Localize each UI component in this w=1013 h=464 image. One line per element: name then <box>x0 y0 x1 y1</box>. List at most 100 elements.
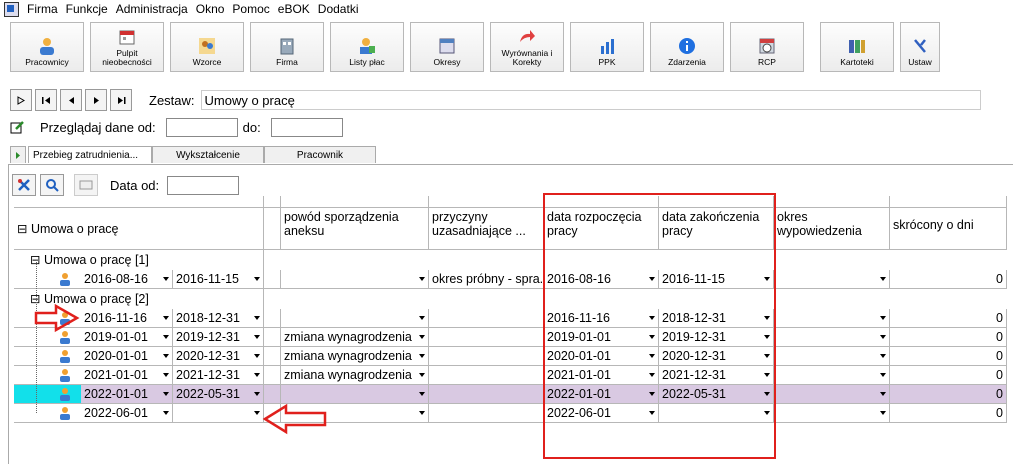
valid-from-cell[interactable]: 2022-01-01 <box>81 385 173 404</box>
notice-period-cell[interactable] <box>774 328 890 347</box>
dropdown-arrow-icon[interactable] <box>880 373 886 377</box>
search-button[interactable] <box>40 174 64 196</box>
dropdown-arrow-icon[interactable] <box>880 392 886 396</box>
notice-period-cell[interactable] <box>774 270 890 289</box>
dropdown-arrow-icon[interactable] <box>254 411 260 415</box>
wyrownania-button[interactable]: Wyrównania i Korekty <box>490 22 564 72</box>
dropdown-arrow-icon[interactable] <box>419 354 425 358</box>
row-icon-cell[interactable] <box>14 347 81 366</box>
column-header[interactable]: przyczyny uzasadniające ... <box>429 208 544 250</box>
dropdown-arrow-icon[interactable] <box>163 354 169 358</box>
details-button[interactable] <box>10 89 32 111</box>
cause-cell[interactable]: okres próbny - spra... <box>429 270 544 289</box>
group-title[interactable]: ⊟ Umowa o pracę [1] <box>30 252 149 267</box>
menu-ebok[interactable]: eBOK <box>274 2 314 16</box>
date-to-input[interactable] <box>270 117 343 137</box>
wzorce-button[interactable]: Wzorce <box>170 22 244 72</box>
menu-funkcje[interactable]: Funkcje <box>62 2 112 16</box>
dropdown-arrow-icon[interactable] <box>419 373 425 377</box>
valid-to-cell[interactable]: 2016-11-15 <box>173 270 264 289</box>
dropdown-arrow-icon[interactable] <box>163 316 169 320</box>
shortened-days-cell[interactable]: 0 <box>890 309 1007 328</box>
column-header[interactable]: powód sporządzenia aneksu <box>281 208 429 250</box>
dropdown-arrow-icon[interactable] <box>880 316 886 320</box>
menu-okno[interactable]: Okno <box>192 2 229 16</box>
reason-cell[interactable] <box>281 270 429 289</box>
reason-cell[interactable]: zmiana wynagrodzenia <box>281 366 429 385</box>
cause-cell[interactable] <box>429 347 544 366</box>
dropdown-arrow-icon[interactable] <box>254 392 260 396</box>
group-row[interactable]: ⊟ Umowa o pracę [1] <box>14 250 264 270</box>
valid-from-cell[interactable]: 2016-08-16 <box>81 270 173 289</box>
valid-from-cell[interactable]: 2016-11-16 <box>81 309 173 328</box>
row-icon-cell[interactable] <box>14 385 81 404</box>
ppk-button[interactable]: PPK <box>570 22 644 72</box>
valid-to-cell[interactable] <box>173 404 264 423</box>
notice-period-cell[interactable] <box>774 309 890 328</box>
notice-period-cell[interactable] <box>774 385 890 404</box>
shortened-days-cell[interactable]: 0 <box>890 347 1007 366</box>
zestaw-field[interactable]: Umowy o pracę <box>200 90 981 110</box>
dropdown-arrow-icon[interactable] <box>163 373 169 377</box>
prev-record-button[interactable] <box>60 89 82 111</box>
valid-from-cell[interactable]: 2021-01-01 <box>81 366 173 385</box>
dropdown-arrow-icon[interactable] <box>254 335 260 339</box>
dropdown-arrow-icon[interactable] <box>419 392 425 396</box>
menu-dodatki[interactable]: Dodatki <box>314 2 363 16</box>
valid-from-cell[interactable]: 2022-06-01 <box>81 404 173 423</box>
last-record-button[interactable] <box>110 89 132 111</box>
tab-pracownik[interactable]: Pracownik <box>264 146 376 163</box>
valid-from-cell[interactable]: 2020-01-01 <box>81 347 173 366</box>
cause-cell[interactable] <box>429 309 544 328</box>
ustawienia-button[interactable]: Ustaw <box>900 22 940 72</box>
valid-from-cell[interactable]: 2019-01-01 <box>81 328 173 347</box>
shortened-days-cell[interactable]: 0 <box>890 404 1007 423</box>
dropdown-arrow-icon[interactable] <box>254 354 260 358</box>
column-header[interactable]: skrócony o dni <box>890 208 1007 250</box>
dropdown-arrow-icon[interactable] <box>254 373 260 377</box>
menu-pomoc[interactable]: Pomoc <box>228 2 273 16</box>
notice-period-cell[interactable] <box>774 347 890 366</box>
dropdown-arrow-icon[interactable] <box>163 392 169 396</box>
cause-cell[interactable] <box>429 366 544 385</box>
row-icon-cell[interactable] <box>14 270 81 289</box>
notice-period-cell[interactable] <box>774 366 890 385</box>
date-from-input[interactable] <box>165 117 238 137</box>
shortened-days-cell[interactable]: 0 <box>890 366 1007 385</box>
shortened-days-cell[interactable]: 0 <box>890 270 1007 289</box>
shortened-days-cell[interactable]: 0 <box>890 328 1007 347</box>
tools-button[interactable] <box>12 174 36 196</box>
zdarzenia-button[interactable]: Zdarzenia <box>650 22 724 72</box>
tab-przebieg[interactable]: Przebieg zatrudnienia... <box>28 146 152 163</box>
kartoteki-button[interactable]: Kartoteki <box>820 22 894 72</box>
reason-cell[interactable] <box>281 309 429 328</box>
cause-cell[interactable] <box>429 385 544 404</box>
dropdown-arrow-icon[interactable] <box>419 335 425 339</box>
dropdown-arrow-icon[interactable] <box>419 411 425 415</box>
shortened-days-cell[interactable]: 0 <box>890 385 1007 404</box>
cause-cell[interactable] <box>429 404 544 423</box>
valid-to-cell[interactable]: 2020-12-31 <box>173 347 264 366</box>
dropdown-arrow-icon[interactable] <box>880 277 886 281</box>
dropdown-arrow-icon[interactable] <box>254 277 260 281</box>
data-od-input[interactable] <box>167 175 240 195</box>
reason-cell[interactable]: zmiana wynagrodzenia <box>281 347 429 366</box>
notice-period-cell[interactable] <box>774 404 890 423</box>
rcp-button[interactable]: RCP <box>730 22 804 72</box>
okresy-button[interactable]: Okresy <box>410 22 484 72</box>
pracownicy-button[interactable]: Pracownicy <box>10 22 84 72</box>
tab-wyksztalcenie[interactable]: Wykształcenie <box>152 146 264 163</box>
dropdown-arrow-icon[interactable] <box>163 277 169 281</box>
row-icon-cell[interactable] <box>14 366 81 385</box>
listy-plac-button[interactable]: Listy płac <box>330 22 404 72</box>
column-header[interactable]: okres wypowiedzenia <box>774 208 890 250</box>
valid-to-cell[interactable]: 2022-05-31 <box>173 385 264 404</box>
reason-cell[interactable] <box>281 385 429 404</box>
dropdown-arrow-icon[interactable] <box>880 354 886 358</box>
pulpit-button[interactable]: Pulpit nieobecności <box>90 22 164 72</box>
valid-to-cell[interactable]: 2021-12-31 <box>173 366 264 385</box>
first-record-button[interactable] <box>35 89 57 111</box>
row-icon-cell[interactable] <box>14 404 81 423</box>
menu-firma[interactable]: Firma <box>23 2 62 16</box>
reason-cell[interactable]: zmiana wynagrodzenia <box>281 328 429 347</box>
